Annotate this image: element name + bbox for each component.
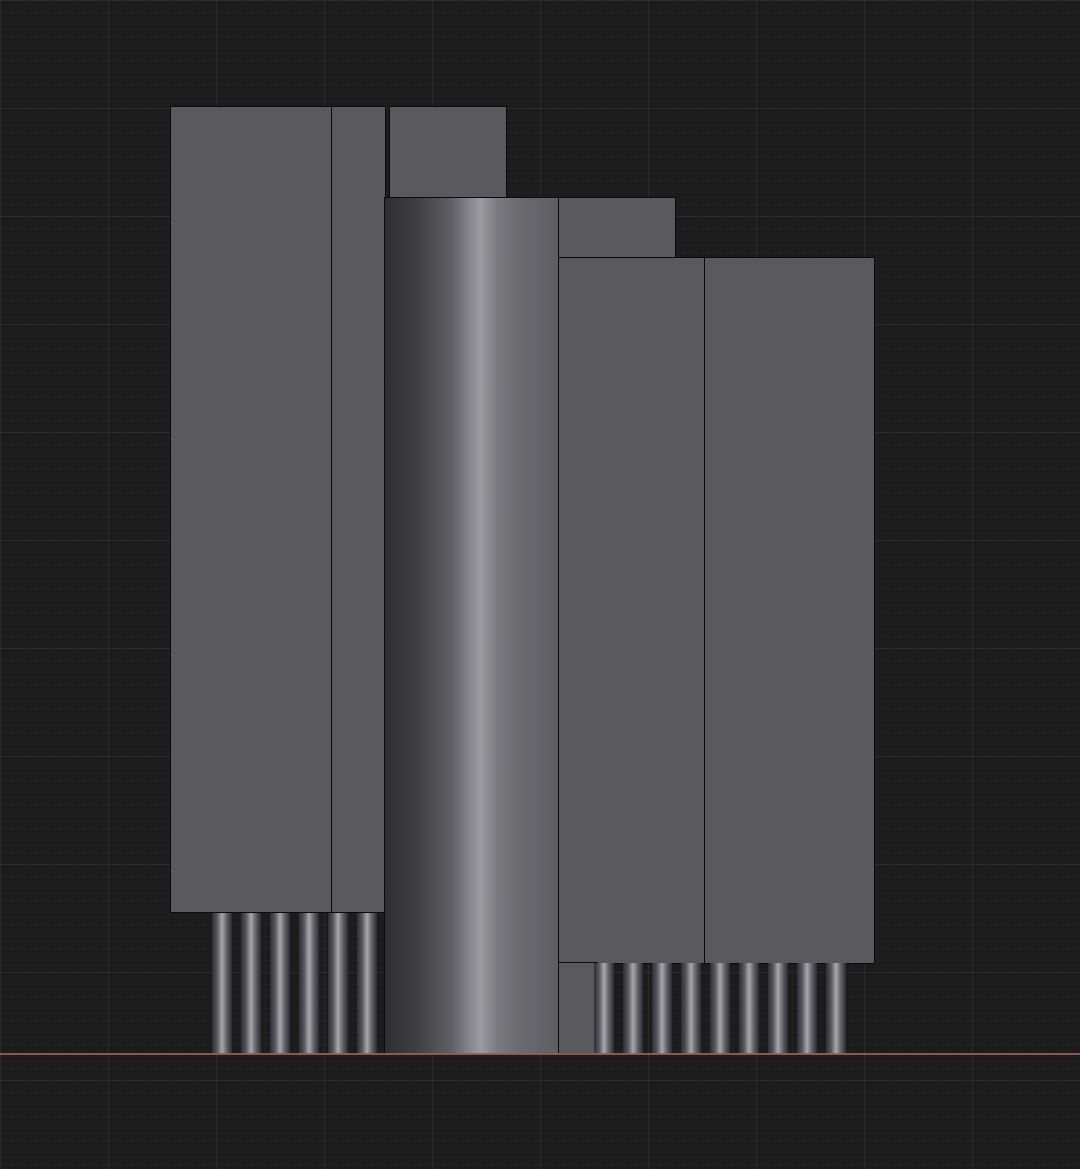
right-support-pipe	[681, 963, 701, 1054]
right-support-pipe	[768, 963, 788, 1054]
central-cylinder[interactable]	[384, 197, 560, 1055]
left-support-pipe	[241, 913, 261, 1054]
right-support-pipe	[826, 963, 846, 1054]
right-support-pipe	[710, 963, 730, 1054]
editor-viewport[interactable]	[0, 0, 1080, 1169]
right-support-pipe	[797, 963, 817, 1054]
upper-right-step-slab[interactable]	[558, 197, 676, 260]
ground-line	[0, 1053, 1080, 1055]
left-support-pipe	[299, 913, 319, 1054]
left-support-pipe	[270, 913, 290, 1054]
right-rear-slab[interactable]	[704, 257, 875, 964]
top-small-slab[interactable]	[389, 106, 507, 199]
right-support-pipe	[739, 963, 759, 1054]
left-support-pipe	[212, 913, 232, 1054]
left-narrow-slab[interactable]	[331, 106, 386, 913]
left-support-pipe	[328, 913, 348, 1054]
left-tall-slab[interactable]	[170, 106, 333, 913]
right-support-pipe	[652, 963, 672, 1054]
left-support-pipe	[357, 913, 377, 1054]
right-front-slab[interactable]	[558, 257, 706, 964]
right-support-pipe	[623, 963, 643, 1054]
right-base-block	[558, 962, 598, 1054]
